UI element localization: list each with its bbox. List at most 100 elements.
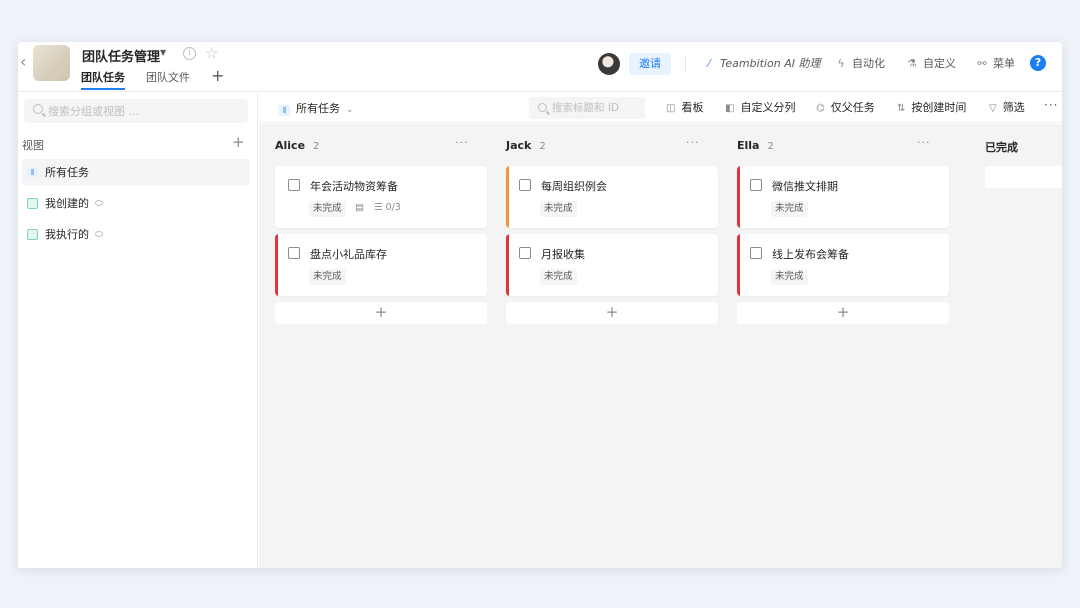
settings-sliders-icon: ⚯ <box>977 57 987 70</box>
sidebar-item-assigned-to-me[interactable]: 我执行的 <box>22 221 250 248</box>
kanban-icon: ⫴ <box>279 105 290 116</box>
task-card[interactable]: 线上发布会筹备 未完成 <box>737 234 949 296</box>
task-title: 年会活动物资筹备 <box>310 180 398 193</box>
task-checkbox[interactable] <box>519 247 531 259</box>
column-header: 已完成 <box>985 139 1018 155</box>
column-header: Jack 2 <box>506 139 546 152</box>
sidebar-item-label: 我创建的 <box>45 197 89 210</box>
project-header: ‹ 团队任务管理 ▼ i ☆ 团队任务 团队文件 + 邀请 ⁄ Teambitio… <box>18 42 1062 92</box>
task-checkbox[interactable] <box>288 179 300 191</box>
column-title: Jack <box>506 139 532 152</box>
task-search[interactable] <box>529 97 645 119</box>
invite-button[interactable]: 邀请 <box>629 53 671 75</box>
task-title: 月报收集 <box>541 248 585 261</box>
help-icon[interactable]: ? <box>1030 55 1046 71</box>
active-tab-indicator <box>81 88 125 90</box>
task-card[interactable]: 年会活动物资筹备 未完成 ▤ ☰ 0/3 <box>275 166 487 228</box>
menu-button[interactable]: ⚯ 菜单 <box>976 56 1015 72</box>
views-section-label: 视图 <box>22 139 44 152</box>
priority-bar <box>506 234 509 296</box>
note-icon: ▤ <box>355 202 364 213</box>
tab-team-tasks[interactable]: 团队任务 <box>81 69 125 85</box>
automation-label: 自动化 <box>852 57 885 70</box>
task-card[interactable]: 微信推文排期 未完成 <box>737 166 949 228</box>
column-more-icon[interactable]: ··· <box>917 136 931 149</box>
hidden-eye-icon[interactable] <box>95 200 103 206</box>
task-title: 微信推文排期 <box>772 180 838 193</box>
project-cover-image[interactable] <box>33 45 70 81</box>
ai-sparkle-icon: ⁄ <box>708 57 710 70</box>
ai-assistant-label: Teambition AI 助理 <box>720 57 821 70</box>
star-icon[interactable]: ☆ <box>205 44 218 62</box>
menu-label: 菜单 <box>993 57 1015 70</box>
customize-button[interactable]: ⚗ 自定义 <box>906 56 956 72</box>
status-badge: 未完成 <box>309 269 346 285</box>
view-selector[interactable]: ⫴ 所有任务 ⌄ <box>279 100 354 116</box>
task-checkbox[interactable] <box>288 247 300 259</box>
sidebar-search[interactable] <box>24 99 248 123</box>
info-icon[interactable]: i <box>183 47 196 60</box>
sidebar-item-label: 我执行的 <box>45 228 89 241</box>
add-view-icon[interactable]: + <box>232 133 245 151</box>
column-count: 2 <box>539 141 546 152</box>
sidebar-item-created-by-me[interactable]: 我创建的 <box>22 190 250 217</box>
project-title[interactable]: 团队任务管理 <box>82 46 160 65</box>
add-task-button[interactable]: + <box>275 302 487 324</box>
add-tab-icon[interactable]: + <box>211 66 224 85</box>
app-window: ‹ 团队任务管理 ▼ i ☆ 团队任务 团队文件 + 邀请 ⁄ Teambitio… <box>18 42 1062 568</box>
done-column-placeholder[interactable] <box>985 166 1062 188</box>
filter-button[interactable]: ▽ 筛选 <box>989 101 1025 115</box>
parent-tasks-only-button[interactable]: ⌬ 仅父任务 <box>816 101 875 115</box>
table-icon <box>27 198 38 209</box>
column-count: 2 <box>767 141 774 152</box>
tab-team-files[interactable]: 团队文件 <box>146 69 190 85</box>
task-card[interactable]: 盘点小礼品库存 未完成 <box>275 234 487 296</box>
column-header: Ella 2 <box>737 139 774 152</box>
search-icon <box>538 103 547 112</box>
priority-bar <box>275 234 278 296</box>
flask-icon: ⚗ <box>907 57 917 70</box>
automation-button[interactable]: ϟ 自动化 <box>835 56 885 72</box>
task-card[interactable]: 月报收集 未完成 <box>506 234 718 296</box>
task-title: 线上发布会筹备 <box>772 248 849 261</box>
task-search-input[interactable] <box>552 97 642 119</box>
column-title: Ella <box>737 139 760 152</box>
chevron-down-icon: ⌄ <box>346 105 354 115</box>
column-more-icon[interactable]: ··· <box>686 136 700 149</box>
task-card[interactable]: 每周组织例会 未完成 <box>506 166 718 228</box>
board-view-label: 看板 <box>681 101 704 114</box>
add-task-button[interactable]: + <box>737 302 949 324</box>
kanban-icon: ⫴ <box>27 167 38 178</box>
task-checkbox[interactable] <box>519 179 531 191</box>
task-checkbox[interactable] <box>750 247 762 259</box>
avatar[interactable] <box>598 53 620 75</box>
column-more-icon[interactable]: ··· <box>455 136 469 149</box>
subtask-list-icon: ☰ <box>374 202 383 213</box>
hidden-eye-icon[interactable] <box>95 231 103 237</box>
status-badge: 未完成 <box>540 201 577 217</box>
ai-assistant-button[interactable]: ⁄ Teambition AI 助理 <box>703 56 820 72</box>
columns-icon: ◧ <box>725 103 735 114</box>
back-icon[interactable]: ‹ <box>20 54 32 70</box>
sidebar-item-all-tasks[interactable]: ⫴ 所有任务 <box>22 159 250 186</box>
more-icon[interactable]: ··· <box>1044 98 1058 112</box>
sidebar-search-input[interactable] <box>48 99 243 123</box>
task-checkbox[interactable] <box>750 179 762 191</box>
sort-by-created-button[interactable]: ⇅ 按创建时间 <box>897 101 966 115</box>
sidebar-item-label: 所有任务 <box>45 166 89 179</box>
sort-by-created-label: 按创建时间 <box>911 101 967 114</box>
task-title: 盘点小礼品库存 <box>310 248 387 261</box>
kanban-board: Alice 2 ··· 年会活动物资筹备 未完成 ▤ ☰ 0/3 盘点小礼品库存 … <box>259 124 1062 568</box>
add-task-button[interactable]: + <box>506 302 718 324</box>
view-selector-label: 所有任务 <box>296 102 340 115</box>
caret-down-icon[interactable]: ▼ <box>160 48 166 57</box>
status-badge: 未完成 <box>309 201 346 217</box>
custom-columns-button[interactable]: ◧ 自定义分列 <box>725 101 795 115</box>
search-icon <box>33 104 43 114</box>
filter-icon: ▽ <box>989 103 997 114</box>
column-header: Alice 2 <box>275 139 319 152</box>
task-title: 每周组织例会 <box>541 180 607 193</box>
board-view-button[interactable]: ◫ 看板 <box>666 101 703 115</box>
priority-bar <box>506 166 509 228</box>
filter-label: 筛选 <box>1002 101 1025 114</box>
